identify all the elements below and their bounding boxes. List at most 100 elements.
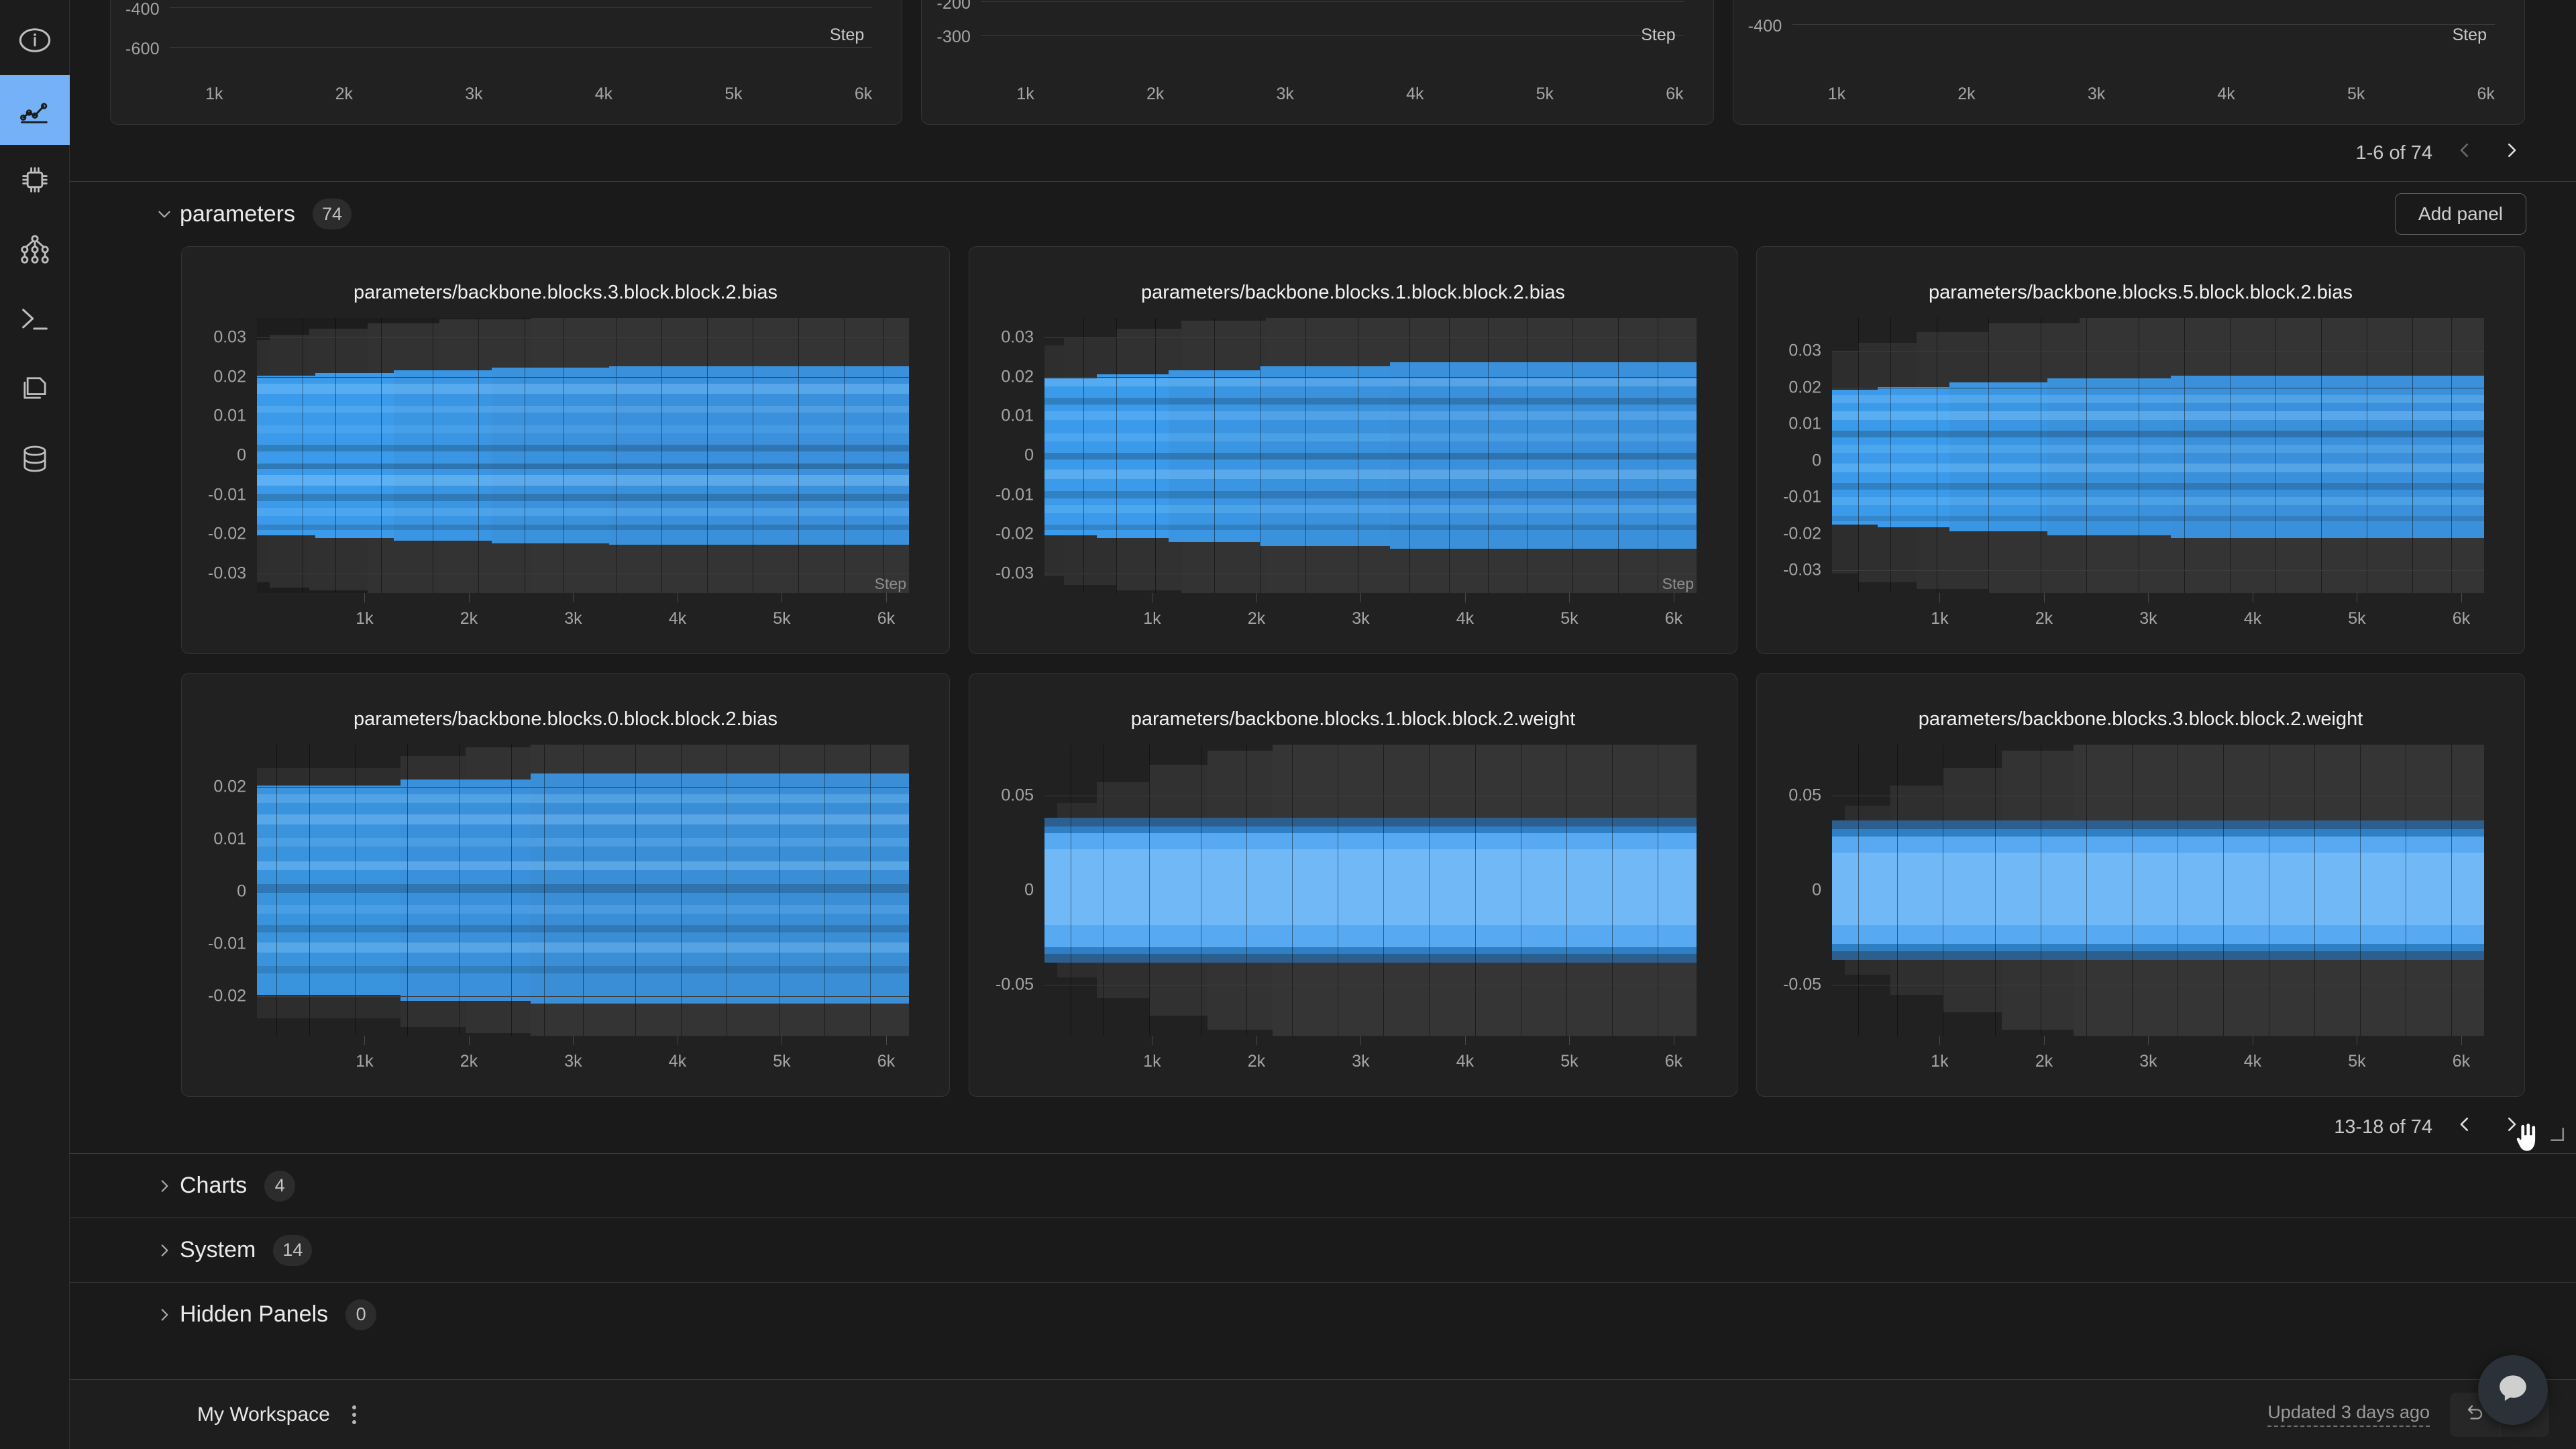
left-nav-rail — [0, 0, 70, 1449]
x-tick-label: 2k — [1247, 609, 1266, 628]
heatmap-canvas — [1832, 745, 2484, 1036]
section-header-parameters[interactable]: parameters 74 Add panel — [70, 182, 2576, 246]
y-tick-label: -0.01 — [208, 485, 246, 504]
chart-panel[interactable]: parameters/backbone.blocks.5.block.block… — [1756, 246, 2525, 654]
pagination-prev-button[interactable] — [2450, 138, 2479, 168]
x-axis: 1k 2k 3k 4k 5k 6k — [1832, 1036, 2484, 1076]
chart-panel[interactable]: parameters/backbone.blocks.3.block.block… — [1756, 673, 2525, 1097]
sidebar-item-system[interactable] — [0, 145, 70, 215]
chat-bubble-icon — [2494, 1370, 2532, 1411]
x-tick-row: 1k 2k 3k 4k 5k 6k — [981, 85, 1683, 104]
chevron-right-icon[interactable] — [156, 1177, 173, 1195]
panel-title: parameters/backbone.blocks.1.block.block… — [1130, 708, 1576, 730]
database-icon — [17, 441, 52, 476]
y-tick-label: 0.01 — [1001, 406, 1034, 425]
x-tick-label: 4k — [1456, 1052, 1474, 1071]
pagination-next-button[interactable] — [2497, 1112, 2526, 1142]
y-tick-label: 0.02 — [213, 367, 246, 386]
sidebar-item-logs[interactable] — [0, 284, 70, 354]
section-header-hidden-panels[interactable]: Hidden Panels 0 — [70, 1282, 2576, 1346]
chevron-right-icon[interactable] — [156, 1242, 173, 1259]
files-icon — [17, 372, 52, 407]
plot-area[interactable]: 0.05 0 -0.05 1k 2k 3k 4k 5k 6k — [1783, 745, 2484, 1071]
sidebar-item-overview[interactable] — [0, 5, 70, 75]
plot-area[interactable]: 0.05 0 -0.05 1k 2k 3k 4k 5k 6k — [996, 745, 1697, 1071]
vertical-dots-icon[interactable] — [345, 1403, 364, 1426]
chart-panel-partial[interactable]: -200 -300 Step 1k 2k 3k 4k 5k 6k — [921, 0, 1714, 125]
plot-area[interactable]: 0.02 0.01 0 -0.01 -0.02 1k 2k 3k 4k 5k 6… — [208, 745, 909, 1071]
sidebar-item-workspace[interactable] — [0, 75, 70, 145]
x-axis: 1k 2k 3k 4k 5k 6k — [1832, 593, 2484, 633]
y-tick-label: -0.03 — [1783, 560, 1821, 580]
chevron-left-icon — [2455, 1114, 2475, 1140]
section-header-system[interactable]: System 14 — [70, 1218, 2576, 1282]
chevron-right-icon — [2502, 140, 2522, 166]
y-tick-label: 0 — [1024, 880, 1034, 900]
sidebar-item-data[interactable] — [0, 424, 70, 494]
vertical-step-lines — [1044, 745, 1697, 1036]
add-panel-button[interactable]: Add panel — [2394, 193, 2526, 235]
panel-title: parameters/backbone.blocks.5.block.block… — [1929, 282, 2353, 303]
x-tick-label: 4k — [2217, 85, 2235, 103]
pagination-label: 1-6 of 74 — [2355, 142, 2432, 164]
y-tick-label: 0.02 — [213, 777, 246, 796]
y-tick-label: 0.01 — [213, 829, 246, 849]
section-title: Charts — [180, 1173, 248, 1198]
section-title: System — [180, 1237, 256, 1263]
top-partial-chart-row: -400 -600 Step 1k 2k 3k 4k 5k 6k -200 -3… — [70, 0, 2576, 125]
sidebar-item-files[interactable] — [0, 354, 70, 424]
section-header-charts[interactable]: Charts 4 — [70, 1153, 2576, 1218]
y-tick-label: -0.05 — [996, 975, 1034, 994]
chevron-down-icon[interactable] — [156, 205, 173, 223]
x-tick-label: 6k — [1664, 609, 1683, 628]
y-tick-label: 0.02 — [1001, 367, 1034, 386]
pagination-next-button[interactable] — [2497, 138, 2526, 168]
x-tick-label: 6k — [854, 85, 873, 103]
chart-panel[interactable]: parameters/backbone.blocks.0.block.block… — [181, 673, 950, 1097]
panel-resize-handle[interactable] — [2548, 1126, 2565, 1143]
chart-panel[interactable]: parameters/backbone.blocks.1.block.block… — [969, 246, 1737, 654]
x-tick-label: 3k — [2139, 609, 2157, 628]
x-tick-label: 4k — [1406, 85, 1424, 103]
x-tick-label: 5k — [2348, 609, 2366, 628]
updated-timestamp[interactable]: Updated 3 days ago — [2267, 1402, 2430, 1427]
y-tick-label: 0 — [1812, 451, 1821, 470]
plot-area[interactable]: 0.03 0.02 0.01 0 -0.01 -0.02 -0.03 Step … — [996, 318, 1697, 628]
chart-panel-partial[interactable]: -400 -600 Step 1k 2k 3k 4k 5k 6k — [110, 0, 903, 125]
chevron-right-icon — [2502, 1114, 2522, 1140]
workspace-name[interactable]: My Workspace — [197, 1403, 330, 1426]
x-tick-label: 1k — [1143, 1052, 1161, 1071]
chart-panel[interactable]: parameters/backbone.blocks.1.block.block… — [969, 673, 1737, 1097]
x-tick-label: 3k — [1352, 1052, 1370, 1071]
y-tick-label: -0.01 — [1783, 487, 1821, 506]
chart-panel-partial[interactable]: -400 Step 1k 2k 3k 4k 5k 6k — [1732, 0, 2525, 125]
x-tick-label: 4k — [594, 85, 613, 103]
section-count-badge: 14 — [273, 1234, 313, 1266]
x-tick-label: 4k — [2243, 609, 2262, 628]
vertical-step-lines — [257, 745, 909, 1036]
x-tick-label: 6k — [1666, 85, 1684, 103]
x-tick-label: 3k — [2087, 85, 2106, 103]
line-chart-icon — [17, 93, 52, 127]
plot-area[interactable]: 0.03 0.02 0.01 0 -0.01 -0.02 -0.03 Step … — [208, 318, 909, 628]
y-tick-label: -0.02 — [1783, 524, 1821, 543]
chat-fab-button[interactable] — [2478, 1355, 2548, 1425]
plot-area[interactable]: 0.03 0.02 0.01 0 -0.01 -0.02 -0.03 1k 2k… — [1783, 318, 2484, 628]
x-tick-label: 6k — [877, 1052, 896, 1071]
pagination-prev-button[interactable] — [2450, 1112, 2479, 1142]
panel-title: parameters/backbone.blocks.1.block.block… — [1141, 282, 1565, 303]
panel-scroll-area[interactable]: -400 -600 Step 1k 2k 3k 4k 5k 6k -200 -3… — [70, 0, 2576, 1379]
x-tick-row: 1k 2k 3k 4k 5k 6k — [1792, 85, 2495, 104]
y-tick-label: -400 — [1748, 17, 1782, 36]
chart-panel[interactable]: parameters/backbone.blocks.3.block.block… — [181, 246, 950, 654]
y-tick-label: 0.02 — [1788, 378, 1821, 397]
section-count-badge: 0 — [345, 1299, 377, 1330]
chevron-right-icon[interactable] — [156, 1306, 173, 1324]
x-axis: 1k 2k 3k 4k 5k 6k — [1044, 593, 1697, 633]
sidebar-item-artifacts[interactable] — [0, 215, 70, 284]
y-tick-label: 0 — [1812, 880, 1821, 900]
x-axis: 1k 2k 3k 4k 5k 6k — [257, 593, 909, 633]
vertical-step-lines — [257, 318, 909, 593]
x-axis-label: Step — [1662, 575, 1694, 592]
x-tick-label: 1k — [205, 85, 223, 103]
